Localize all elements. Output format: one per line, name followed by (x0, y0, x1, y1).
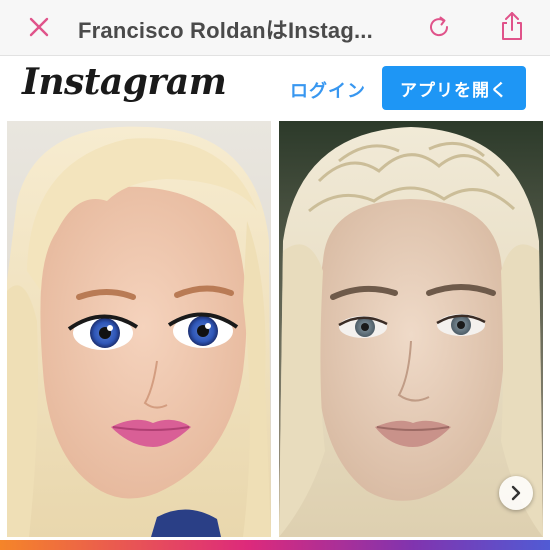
share-icon (502, 12, 522, 40)
open-app-button[interactable]: アプリを開く (382, 66, 526, 110)
brand-gradient-bar (0, 540, 550, 550)
instagram-logo[interactable]: Instagram (22, 61, 227, 103)
instagram-header: Instagram ログイン アプリを開く (0, 57, 550, 121)
share-button[interactable] (494, 6, 530, 46)
close-button[interactable] (22, 10, 56, 44)
doll-after-image (279, 121, 543, 537)
reload-button[interactable] (420, 8, 458, 46)
chevron-right-icon (511, 485, 521, 501)
browser-toolbar: Francisco RoldanはInstag... (0, 0, 550, 56)
reload-icon (430, 16, 449, 37)
close-icon (29, 17, 49, 37)
next-image-button[interactable] (499, 476, 533, 510)
page: Francisco RoldanはInstag... Instagram ログイ… (0, 0, 550, 550)
post-carousel (0, 121, 550, 550)
doll-before-image (7, 121, 271, 537)
page-title: Francisco RoldanはInstag... (78, 18, 373, 43)
login-link[interactable]: ログイン (290, 77, 366, 103)
